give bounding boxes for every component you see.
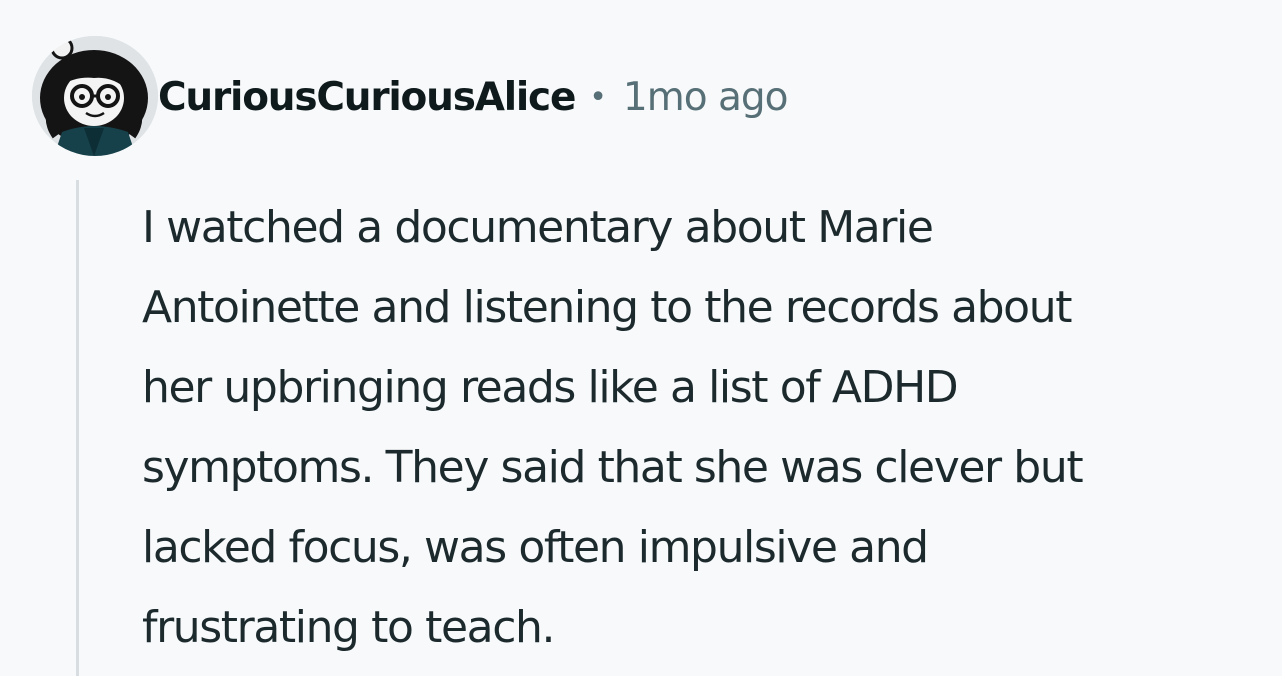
comment-timestamp[interactable]: 1mo ago xyxy=(623,75,789,120)
comment-meta: CuriousCuriousAlice • 1mo ago xyxy=(158,70,788,124)
comment-body-line: symptoms. They said that she was clever … xyxy=(142,442,1084,493)
comment-body-line: frustrating to teach. xyxy=(142,602,555,653)
comment-body-line: Antoinette and listening to the records … xyxy=(142,282,1072,333)
username-link[interactable]: CuriousCuriousAlice xyxy=(158,75,576,120)
comment-body: I watched a documentary about Marie Anto… xyxy=(142,188,1272,668)
comment-body-line: her upbringing reads like a list of ADHD xyxy=(142,362,959,413)
avatar-cartoon-icon xyxy=(32,36,158,156)
comment-body-line: I watched a documentary about Marie xyxy=(142,202,934,253)
comment-body-line: lacked focus, was often impulsive and xyxy=(142,522,929,573)
thread-line[interactable] xyxy=(76,180,79,676)
meta-separator: • xyxy=(589,79,607,115)
user-avatar[interactable] xyxy=(32,36,158,156)
comment: CuriousCuriousAlice • 1mo ago I watched … xyxy=(0,0,1282,676)
